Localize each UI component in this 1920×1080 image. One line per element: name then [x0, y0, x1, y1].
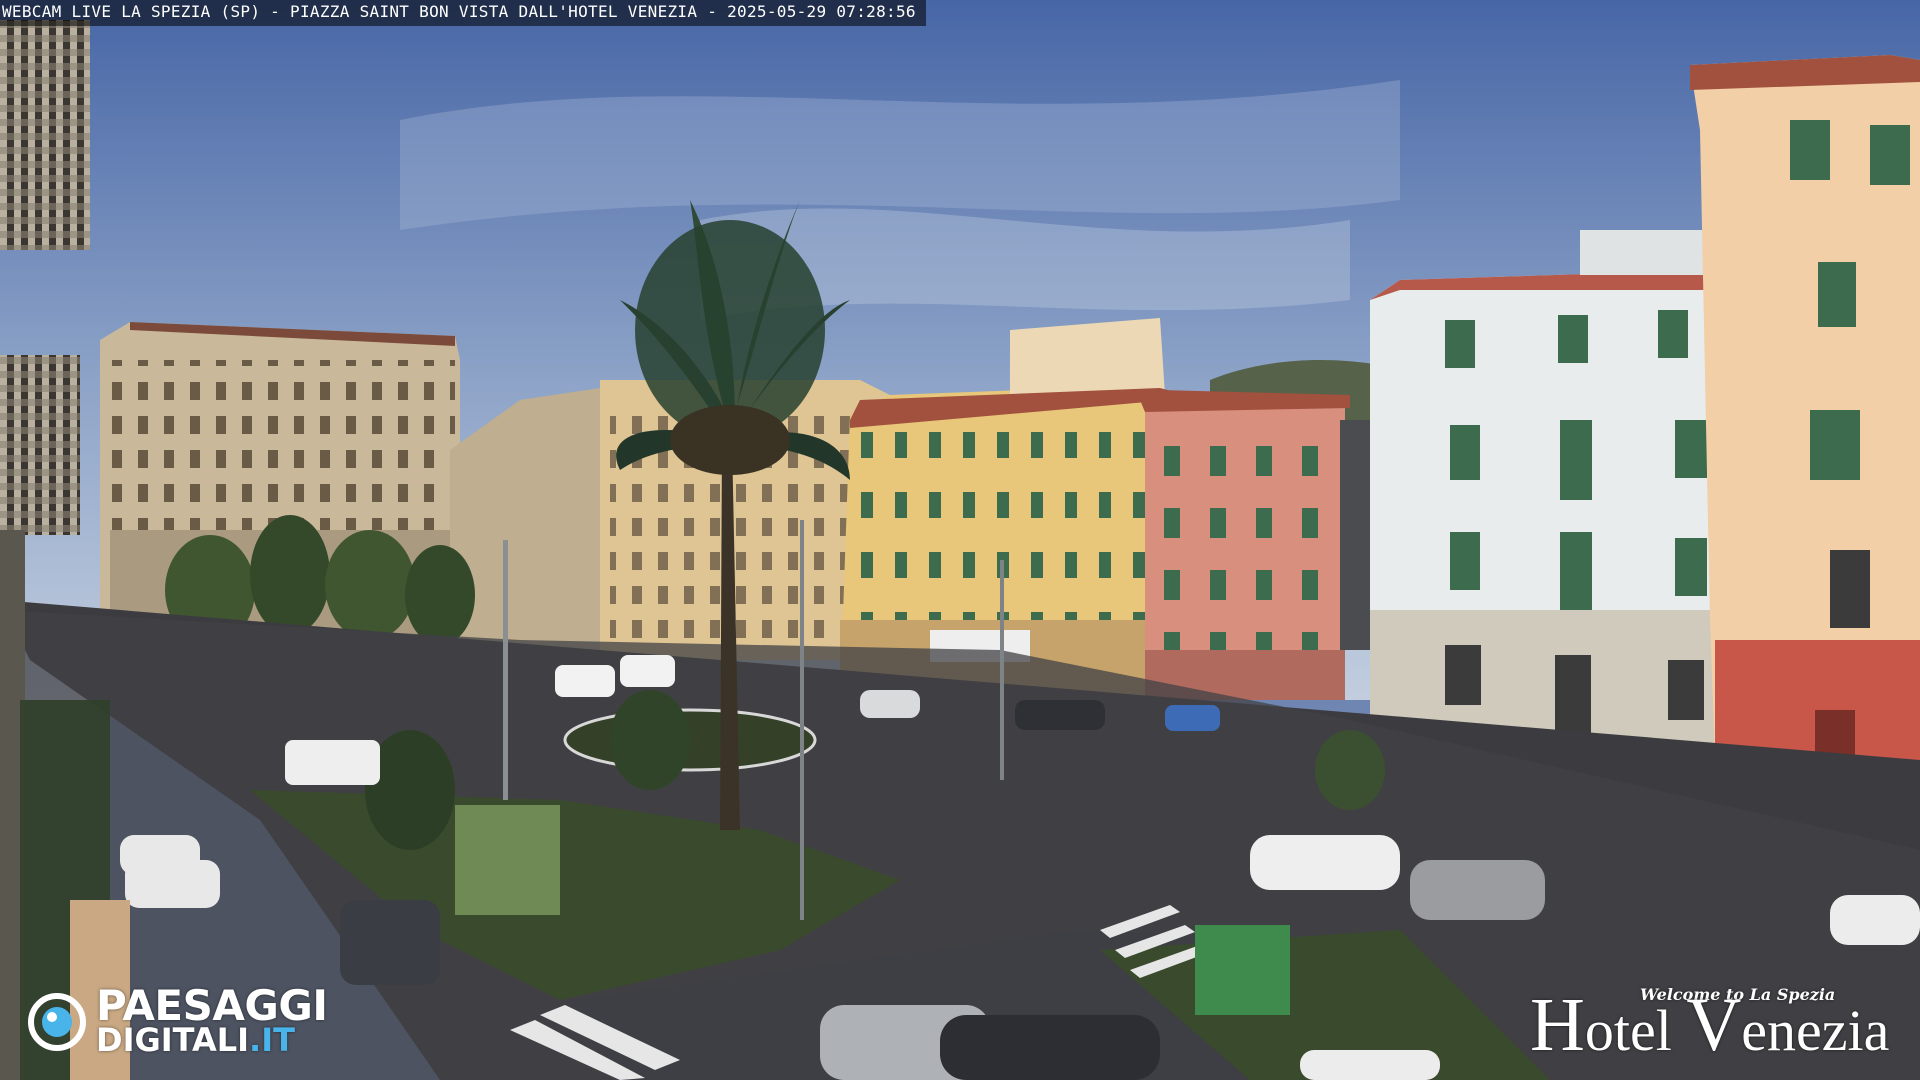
camera-lens-icon: [28, 993, 86, 1051]
logo-text-digitali: DIGITALI.IT: [96, 1021, 295, 1059]
building-white: [1370, 230, 1750, 790]
logo-text-it: .IT: [249, 1021, 295, 1059]
webcam-scene: [0, 0, 1920, 1080]
building-middle: [450, 380, 900, 660]
green-bin-left: [455, 805, 560, 915]
building-pink: [1140, 390, 1350, 700]
paesaggi-digitali-logo: PAESAGGI DIGITALI.IT: [26, 985, 336, 1059]
green-bin-right: [1195, 925, 1290, 1015]
hotel-venezia-logo: Welcome to La Spezia Hotel Venezia: [1530, 985, 1900, 1063]
logo-hotel-name: Hotel Venezia: [1530, 983, 1890, 1067]
webcam-title-overlay: WEBCAM LIVE LA SPEZIA (SP) - PIAZZA SAIN…: [0, 0, 926, 26]
